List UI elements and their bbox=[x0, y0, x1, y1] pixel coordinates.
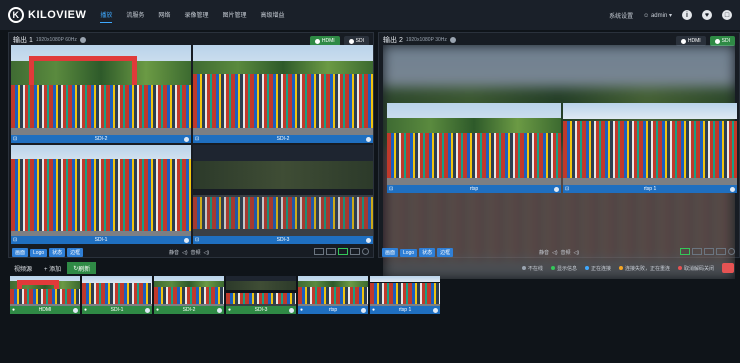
tile-label: SDI-1 bbox=[94, 237, 108, 243]
output2-audio[interactable]: 音频 bbox=[561, 249, 571, 256]
layout-more-icon[interactable] bbox=[728, 248, 735, 255]
status-dot-icon bbox=[584, 266, 589, 270]
status-dot-icon bbox=[550, 266, 555, 270]
output2-tool-screen[interactable]: 画面 bbox=[382, 248, 399, 257]
source-thumb-sdi3[interactable]: ● SDI-3 bbox=[226, 276, 296, 314]
source-toolbar: 视频源 + 添加 ↻ 刷新 不在线 显示信息 正在连接 连接失败，正在重连 取消… bbox=[0, 262, 740, 274]
status-dot-icon bbox=[677, 266, 682, 270]
output2-tool-logo[interactable]: Logo bbox=[400, 248, 418, 257]
source-thumb-hdmi[interactable]: ● HDMI bbox=[10, 276, 80, 314]
top-bar: K KILOVIEW 播放 流服务 网络 录像管理 图片管理 高级增益 系统设置… bbox=[0, 0, 740, 30]
delete-source-button[interactable] bbox=[722, 263, 734, 273]
legend-decode-off: 取消解码关闭 bbox=[677, 265, 714, 272]
user-menu[interactable]: ☺ admin ▾ bbox=[643, 12, 672, 19]
layout-more-icon[interactable] bbox=[362, 248, 369, 255]
output1-audio[interactable]: 音频 bbox=[191, 249, 201, 256]
layout-single-icon[interactable] bbox=[314, 248, 324, 255]
nav-item-network[interactable]: 网络 bbox=[158, 7, 170, 23]
fullscreen-icon[interactable]: □ bbox=[722, 10, 732, 20]
status-dot-icon bbox=[521, 266, 526, 270]
status-dot-icon bbox=[618, 266, 623, 270]
speaker-icon[interactable]: ◁) bbox=[182, 250, 188, 256]
nav-item-stream[interactable]: 流服务 bbox=[126, 7, 144, 23]
source-thumb-sdi1[interactable]: ● SDI-1 bbox=[82, 276, 152, 314]
output2-tile-1[interactable]: ⊡ rtsp bbox=[387, 103, 561, 193]
tile-label: SDI-3 bbox=[276, 237, 290, 243]
tile-label: SDI-2 bbox=[276, 136, 290, 142]
output1-panel: 输出 1 1920x1080P 60Hz HDMI SDI ⊡ SDI-2 ⊡ SD… bbox=[8, 32, 374, 258]
output2-mute[interactable]: 静音 bbox=[539, 249, 549, 256]
layout-quad-icon[interactable] bbox=[704, 248, 714, 255]
source-thumb-rtsp[interactable]: ● rtsp bbox=[298, 276, 368, 314]
tile-label: rtsp bbox=[469, 186, 479, 192]
system-settings-link[interactable]: 系统设置 bbox=[609, 11, 633, 20]
output2-tool-border[interactable]: 边框 bbox=[437, 248, 454, 257]
speaker-icon[interactable]: ◁) bbox=[552, 250, 558, 256]
output1-mute[interactable]: 静音 bbox=[169, 249, 179, 256]
output2-title: 输出 2 bbox=[383, 37, 403, 44]
source-thumbnails: ● HDMI ● SDI-1 ● SDI-2 ● SDI-3 ● rtsp ● rtsp 1 bbox=[10, 276, 440, 314]
source-thumb-rtsp1[interactable]: ● rtsp 1 bbox=[370, 276, 440, 314]
shield-icon[interactable]: ♥ bbox=[702, 10, 712, 20]
legend-showing: 显示信息 bbox=[550, 265, 577, 272]
output1-title: 输出 1 bbox=[13, 37, 33, 44]
layout-pip-icon[interactable] bbox=[692, 248, 702, 255]
refresh-button[interactable]: ↻ 刷新 bbox=[67, 262, 97, 274]
output1-tile-2[interactable]: ⊡ SDI-2 bbox=[193, 45, 373, 143]
output1-tool-border[interactable]: 边框 bbox=[67, 248, 84, 257]
user-name: admin bbox=[650, 12, 668, 19]
layout-pip-icon[interactable] bbox=[326, 248, 336, 255]
tile-label: SDI-2 bbox=[94, 136, 108, 142]
brand-name: KILOVIEW bbox=[28, 9, 87, 21]
tile-label: rtsp 1 bbox=[643, 186, 657, 192]
output1-tool-status[interactable]: 状态 bbox=[49, 248, 66, 257]
status-legend: 不在线 显示信息 正在连接 连接失败，正在重连 取消解码关闭 bbox=[521, 265, 722, 272]
output1-tile-4[interactable]: ⊡ SDI-3 bbox=[193, 145, 373, 244]
output2-tile-2[interactable]: ⊡ rtsp 1 bbox=[563, 103, 737, 193]
output2-panel: 输出 2 1920x1080P 30Hz HDMI SDI ⊡ rtsp ⊡ rts… bbox=[378, 32, 740, 279]
layout-quad-icon[interactable] bbox=[338, 248, 348, 255]
layout-single-icon[interactable] bbox=[680, 248, 690, 255]
legend-connecting: 正在连接 bbox=[584, 265, 611, 272]
nav-item-recording[interactable]: 录像管理 bbox=[184, 7, 208, 23]
layout-split-icon[interactable] bbox=[716, 248, 726, 255]
output2-settings-icon[interactable] bbox=[449, 37, 456, 43]
legend-reconnecting: 连接失败，正在重连 bbox=[618, 265, 670, 272]
output2-tool-status[interactable]: 状态 bbox=[419, 248, 436, 257]
brand-logo: K KILOVIEW bbox=[8, 7, 86, 23]
output1-tool-screen[interactable]: 画面 bbox=[12, 248, 29, 257]
output1-tool-logo[interactable]: Logo bbox=[30, 248, 48, 257]
logo-mark-icon: K bbox=[8, 7, 24, 23]
legend-offline: 不在线 bbox=[521, 265, 543, 272]
nav-item-advanced[interactable]: 高级增益 bbox=[260, 7, 284, 23]
speaker-icon[interactable]: ◁) bbox=[574, 250, 580, 256]
add-source-button[interactable]: + 添加 bbox=[38, 262, 67, 274]
layout-split-icon[interactable] bbox=[350, 248, 360, 255]
speaker-icon[interactable]: ◁) bbox=[204, 250, 210, 256]
tab-video-sources[interactable]: 视频源 bbox=[0, 262, 38, 274]
output1-tile-1[interactable]: ⊡ SDI-2 bbox=[11, 45, 191, 143]
output1-settings-icon[interactable] bbox=[79, 37, 86, 43]
main-nav: 播放 流服务 网络 录像管理 图片管理 高级增益 bbox=[100, 7, 284, 23]
nav-item-play[interactable]: 播放 bbox=[100, 7, 113, 23]
output1-tile-3[interactable]: ⊡ SDI-1 bbox=[11, 145, 191, 244]
nav-item-images[interactable]: 图片管理 bbox=[222, 7, 246, 23]
source-thumb-sdi2[interactable]: ● SDI-2 bbox=[154, 276, 224, 314]
info-icon[interactable]: i bbox=[682, 10, 692, 20]
output2-spec: 1920x1080P 30Hz bbox=[405, 37, 447, 43]
output1-spec: 1920x1080P 60Hz bbox=[35, 37, 77, 43]
